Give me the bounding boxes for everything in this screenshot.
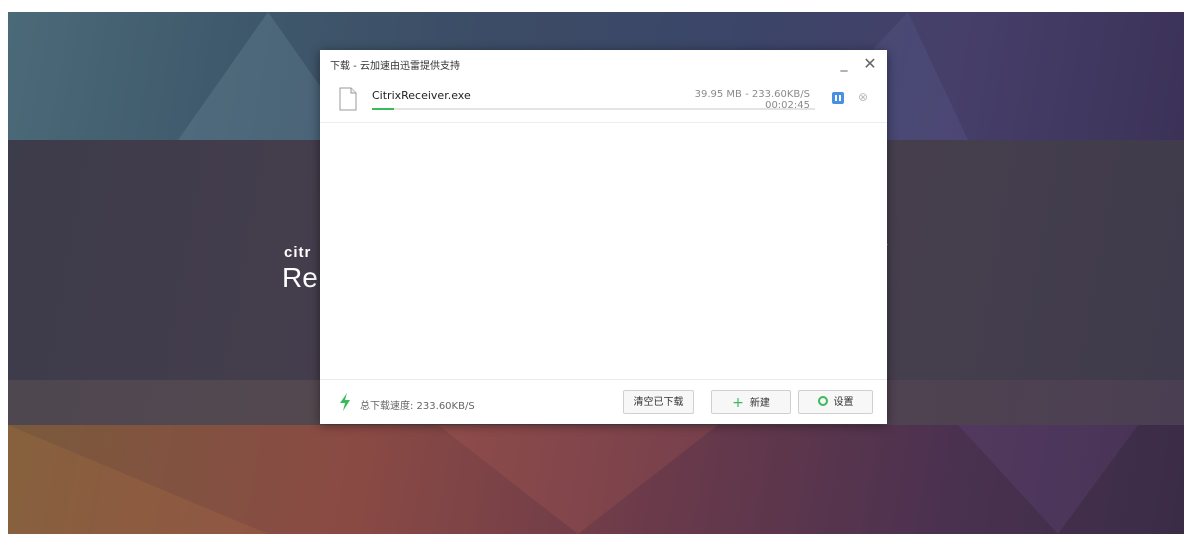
dialog-title: 下载 - 云加速由迅雷提供支持 xyxy=(330,61,460,72)
lightning-icon xyxy=(340,393,350,411)
download-dialog: 下载 - 云加速由迅雷提供支持 _ ✕ CitrixReceiver.exe 3… xyxy=(320,50,887,424)
background-brand-logo: citr xyxy=(284,244,312,261)
clear-downloaded-button[interactable]: 清空已下载 xyxy=(623,390,694,414)
pause-icon[interactable] xyxy=(832,92,844,104)
clear-downloaded-label: 清空已下载 xyxy=(633,397,684,408)
plus-icon: + xyxy=(732,395,744,411)
close-button[interactable]: ✕ xyxy=(860,54,880,74)
dialog-footer: 总下载速度: 233.60KB/S 清空已下载 + 新建 设置 xyxy=(320,379,887,424)
background-product-title: Re xyxy=(282,262,318,293)
download-progress-fill xyxy=(372,108,395,110)
new-download-button[interactable]: + 新建 xyxy=(711,390,791,414)
settings-label: 设置 xyxy=(833,397,854,408)
file-icon xyxy=(339,87,357,111)
dialog-title-bar[interactable]: 下载 - 云加速由迅雷提供支持 _ ✕ xyxy=(320,50,887,76)
background-facet xyxy=(438,425,718,534)
settings-button[interactable]: 设置 xyxy=(798,390,873,414)
gear-icon xyxy=(817,396,828,406)
download-list-empty-area xyxy=(320,123,887,379)
cancel-download-icon[interactable]: ⊗ xyxy=(857,91,869,103)
background-facet xyxy=(958,425,1138,534)
background-facet xyxy=(8,425,268,534)
minimize-button[interactable]: _ xyxy=(834,54,854,74)
new-download-label: 新建 xyxy=(749,398,770,409)
download-progress-bar xyxy=(372,108,815,110)
download-item[interactable]: CitrixReceiver.exe 39.95 MB - 233.60KB/S… xyxy=(320,80,887,123)
download-file-name: CitrixReceiver.exe xyxy=(372,89,471,102)
total-download-speed: 总下载速度: 233.60KB/S xyxy=(360,401,475,412)
